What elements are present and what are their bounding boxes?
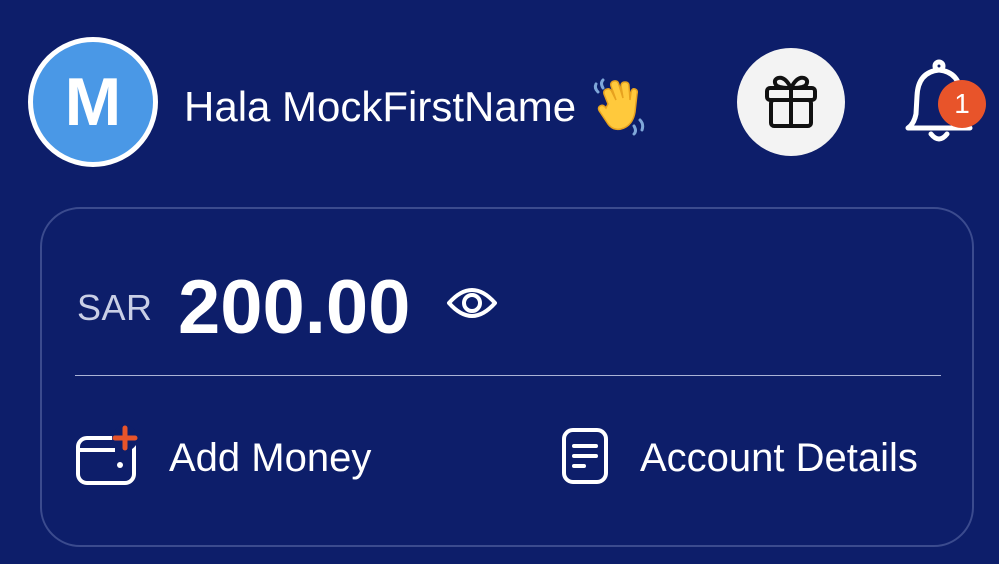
- bell-icon: [900, 59, 990, 156]
- document-icon: [560, 426, 610, 491]
- header: M Hala MockFirstName 1: [0, 0, 999, 200]
- add-money-button[interactable]: Add Money: [75, 424, 372, 492]
- greeting: Hala MockFirstName: [184, 78, 648, 136]
- balance-currency: SAR: [77, 287, 153, 328]
- balance-card: SAR 200.00 Add Money Account Details: [40, 207, 974, 547]
- add-money-label: Add Money: [169, 436, 372, 480]
- account-details-label: Account Details: [640, 436, 918, 480]
- greeting-text: Hala MockFirstName: [184, 83, 577, 130]
- toggle-balance-visibility-button[interactable]: [446, 281, 498, 325]
- gift-button[interactable]: [737, 48, 845, 156]
- notification-count-badge: 1: [938, 80, 986, 128]
- balance-amount: 200.00: [178, 265, 411, 350]
- account-details-button[interactable]: Account Details: [560, 425, 918, 491]
- eye-icon: [446, 288, 498, 329]
- avatar-initial: M: [64, 64, 122, 140]
- divider: [75, 375, 941, 376]
- avatar[interactable]: M: [28, 37, 158, 167]
- wallet-add-icon: [75, 424, 141, 492]
- gift-icon: [759, 68, 823, 137]
- waving-hand-icon: [590, 78, 648, 136]
